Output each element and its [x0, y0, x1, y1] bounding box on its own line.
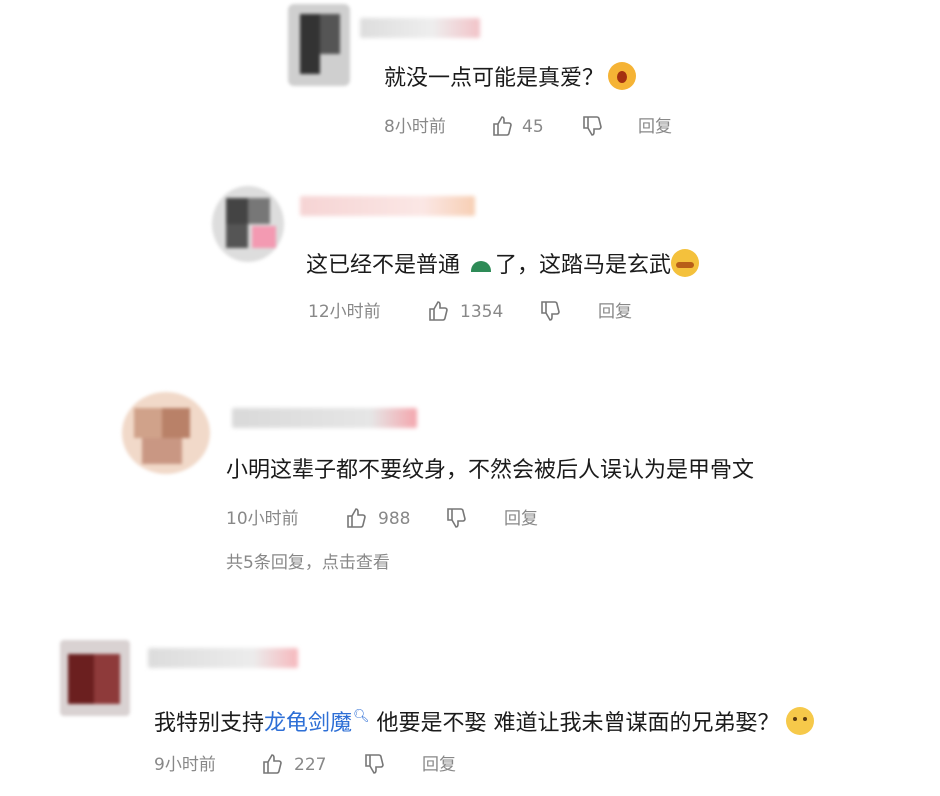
like-count: 227 [294, 755, 327, 775]
timestamp: 9小时前 [154, 755, 216, 775]
comment-4: 我特别支持龙龟剑魔🔍︎ 他要是不娶 难道让我未曾谋面的兄弟娶？ 9小时前 227… [0, 0, 940, 796]
reply-button[interactable]: 回复 [422, 754, 456, 776]
search-small-icon[interactable]: 🔍︎ [353, 702, 370, 732]
avatar[interactable] [60, 640, 130, 716]
comment-text: 我特别支持龙龟剑魔🔍︎ 他要是不娶 难道让我未曾谋面的兄弟娶？ [154, 702, 814, 739]
dislike-icon[interactable] [362, 752, 386, 776]
cat-emoji-icon [785, 707, 814, 735]
username-blurred[interactable] [148, 648, 298, 668]
search-link[interactable]: 龙龟剑魔 [264, 711, 352, 736]
like-icon[interactable] [260, 752, 284, 776]
